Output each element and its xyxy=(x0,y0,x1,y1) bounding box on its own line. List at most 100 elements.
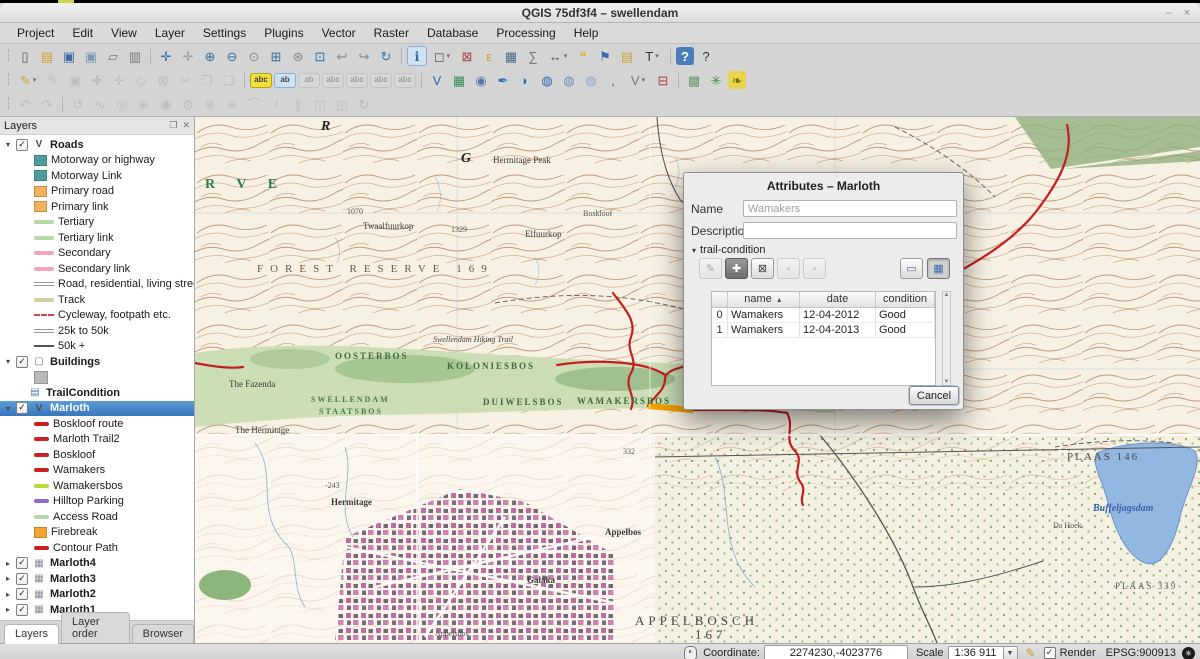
scale-value[interactable]: 1:36 911 xyxy=(948,646,1003,659)
offset-curve-icon[interactable]: ≋ xyxy=(222,94,242,114)
open-project-icon[interactable]: ▤ xyxy=(37,46,57,66)
attribute-table-icon[interactable]: ▦ xyxy=(501,46,521,66)
zoom-out-icon[interactable]: ⊖ xyxy=(222,46,242,66)
legend-wamakersbos[interactable]: ✓ V ▢ ▤ ▦ Wamakersbos xyxy=(0,478,194,494)
move-feature-icon[interactable]: ✛ xyxy=(109,70,129,90)
table-header-row[interactable]: name▲ date condition xyxy=(712,292,935,308)
add-mssql-layer-icon[interactable]: ◗ xyxy=(515,70,535,90)
pan-map-icon[interactable]: ✛ xyxy=(156,46,176,66)
new-bookmark-icon[interactable]: ⚑ xyxy=(595,46,615,66)
save-layer-edits-icon[interactable]: ▣ xyxy=(65,70,85,90)
add-raster-layer-icon[interactable]: ▦ xyxy=(449,70,469,90)
legend-primary-link[interactable]: ✓ V ▢ ▤ ▦ Primary link xyxy=(0,199,194,215)
table-row[interactable]: 1 Wamakers 12-04-2013 Good xyxy=(712,323,935,338)
redo-icon[interactable]: ↷ xyxy=(37,94,57,114)
cell-name[interactable]: Wamakers xyxy=(728,323,800,337)
legend-boskloof-route[interactable]: ✓ V ▢ ▤ ▦ Boskloof route xyxy=(0,416,194,432)
layer-checkbox[interactable]: ✓ xyxy=(16,402,28,414)
menu-raster[interactable]: Raster xyxy=(365,24,418,42)
delete-selected-icon[interactable]: ⊠ xyxy=(153,70,173,90)
pin-labels-icon[interactable]: ab xyxy=(298,73,320,88)
current-edits-icon[interactable]: ✎ xyxy=(43,70,63,90)
merge-features-icon[interactable]: ◫ xyxy=(310,94,330,114)
legend-residential[interactable]: ✓ V ▢ ▤ ▦ Road, residential, living stre… xyxy=(0,277,194,293)
zoom-last-icon[interactable]: ↩ xyxy=(332,46,352,66)
separator[interactable] xyxy=(421,73,422,88)
cut-features-icon[interactable]: ✂ xyxy=(175,70,195,90)
menu-settings[interactable]: Settings xyxy=(194,24,255,42)
cell-condition[interactable]: Good xyxy=(876,323,935,337)
text-annotation-icon[interactable]: T xyxy=(639,46,665,66)
layer-checkbox[interactable]: ✓ xyxy=(16,356,28,368)
show-bookmarks-icon[interactable]: ▤ xyxy=(617,46,637,66)
pan-to-selection-icon[interactable]: ✛ xyxy=(178,46,198,66)
layer-group-roads[interactable]: ▾ ✓ V ▢ ▤ ▦ Roads xyxy=(0,137,194,153)
field-calculator-icon[interactable]: ∑ xyxy=(523,46,543,66)
identify-features-icon[interactable]: ℹ xyxy=(407,46,427,66)
layer-checkbox[interactable]: ✓ xyxy=(16,557,28,569)
menu-processing[interactable]: Processing xyxy=(487,24,564,42)
rotate-point-symbols-icon[interactable]: ↻ xyxy=(354,94,374,114)
layer-checkbox[interactable]: ✓ xyxy=(16,139,28,151)
rotate-label-icon[interactable]: abc xyxy=(370,73,392,88)
menu-view[interactable]: View xyxy=(102,24,146,42)
split-features-icon[interactable]: / xyxy=(266,94,286,114)
add-wms-layer-icon[interactable]: ◍ xyxy=(537,70,557,90)
expand-arrow-icon[interactable]: ▸ xyxy=(4,559,12,568)
legend-tertiary[interactable]: ✓ V ▢ ▤ ▦ Tertiary xyxy=(0,215,194,231)
legend-primary-road[interactable]: ✓ V ▢ ▤ ▦ Primary road xyxy=(0,184,194,200)
composer-manager-icon[interactable]: ▥ xyxy=(125,46,145,66)
scale-combo[interactable]: 1:36 911 ▼ xyxy=(948,646,1018,659)
tab-browser[interactable]: Browser xyxy=(132,624,194,643)
expand-arrow-icon[interactable]: ▸ xyxy=(4,574,12,583)
menu-database[interactable]: Database xyxy=(418,24,487,42)
new-project-icon[interactable]: ▯ xyxy=(15,46,35,66)
delete-row-button[interactable]: ⊠ xyxy=(751,258,774,279)
layer-marloth2[interactable]: ▸ ✓ V ▢ ▤ ▦ Marloth2 xyxy=(0,587,194,603)
zoom-native-icon[interactable]: ⊙ xyxy=(244,46,264,66)
measure-icon[interactable]: ↔ xyxy=(545,46,571,66)
add-row-button[interactable]: ✚ xyxy=(725,258,748,279)
edit-row-button[interactable]: ✎ xyxy=(699,258,722,279)
add-vector-layer-icon[interactable]: V xyxy=(427,70,447,90)
refresh-icon[interactable]: ↻ xyxy=(376,46,396,66)
node-tool-icon[interactable]: ◇ xyxy=(131,70,151,90)
add-wfs-layer-icon[interactable]: ◍ xyxy=(581,70,601,90)
deselect-features-icon[interactable]: ⊠ xyxy=(457,46,477,66)
menu-edit[interactable]: Edit xyxy=(63,24,102,42)
delete-part-icon[interactable]: ⊗ xyxy=(200,94,220,114)
move-label-icon[interactable]: abc xyxy=(346,73,368,88)
legend-motorway-link[interactable]: ✓ V ▢ ▤ ▦ Motorway Link xyxy=(0,168,194,184)
legend-motorway[interactable]: ✓ V ▢ ▤ ▦ Motorway or highway xyxy=(0,153,194,169)
delete-ring-icon[interactable]: ⊘ xyxy=(178,94,198,114)
legend-track[interactable]: ✓ V ▢ ▤ ▦ Track xyxy=(0,292,194,308)
add-part-icon[interactable]: ⊕ xyxy=(134,94,154,114)
column-condition[interactable]: condition xyxy=(876,292,935,307)
table-row[interactable]: 0 Wamakers 12-04-2012 Good xyxy=(712,308,935,323)
cell-date[interactable]: 12-04-2013 xyxy=(800,323,876,337)
legend-boskloof[interactable]: ✓ V ▢ ▤ ▦ Boskloof xyxy=(0,447,194,463)
separator[interactable] xyxy=(670,49,671,64)
layer-checkbox[interactable]: ✓ xyxy=(16,573,28,585)
paste-features-icon[interactable]: ❏ xyxy=(219,70,239,90)
legend-50k[interactable]: ✓ V ▢ ▤ ▦ 50k + xyxy=(0,339,194,355)
legend-contour-path[interactable]: ✓ V ▢ ▤ ▦ Contour Path xyxy=(0,540,194,556)
minimize-button[interactable]: – xyxy=(1165,7,1171,19)
crs-gear-icon[interactable]: ✳ xyxy=(1182,647,1195,659)
legend-secondary-link[interactable]: ✓ V ▢ ▤ ▦ Secondary link xyxy=(0,261,194,277)
undo-icon[interactable]: ↶ xyxy=(15,94,35,114)
toolbar-handle[interactable]: ┆ xyxy=(5,46,12,66)
separator[interactable] xyxy=(150,49,151,64)
expand-arrow-icon[interactable]: ▾ xyxy=(4,404,12,413)
extents-toggle-icon[interactable] xyxy=(684,646,697,659)
change-label-icon[interactable]: abc xyxy=(394,73,416,88)
layer-group-buildings[interactable]: ▾ ✓ V ▢ ▤ ▦ Buildings xyxy=(0,354,194,370)
split-parts-icon[interactable]: ∥ xyxy=(288,94,308,114)
cell-date[interactable]: 12-04-2012 xyxy=(800,308,876,322)
cell-name[interactable]: Wamakers xyxy=(728,308,800,322)
panel-close-icon[interactable]: ✕ xyxy=(182,120,190,131)
copy-features-icon[interactable]: ❐ xyxy=(197,70,217,90)
render-brush-icon[interactable]: ✎ xyxy=(1026,646,1036,659)
zoom-to-layer-icon[interactable]: ⊡ xyxy=(310,46,330,66)
toolbar-handle[interactable]: ┆ xyxy=(5,70,12,90)
